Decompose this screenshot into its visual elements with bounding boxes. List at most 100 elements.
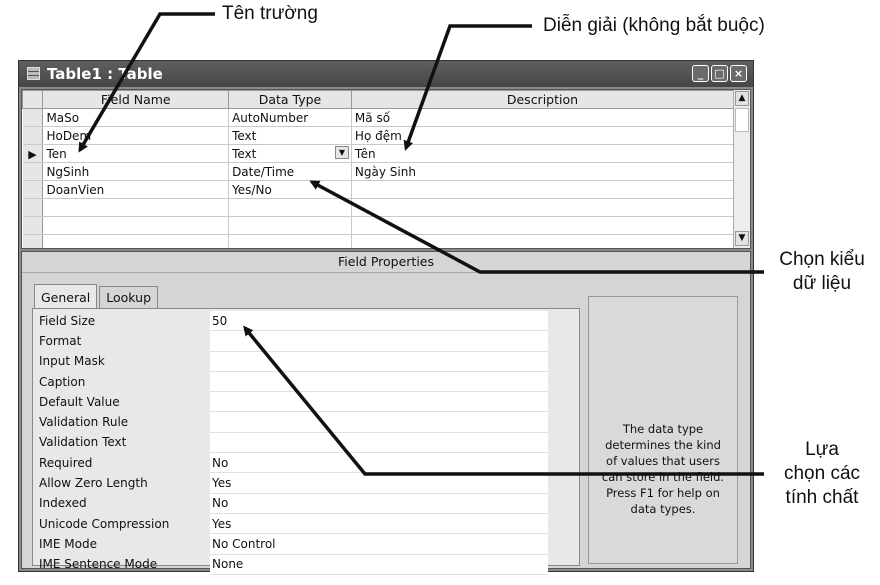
tab-general[interactable]: General [34,284,98,308]
properties-tabs: General Lookup [34,284,160,308]
input-mask-input[interactable] [210,351,548,372]
data-type-dropdown-button[interactable]: ▼ [334,146,349,159]
grid-corner[interactable] [22,90,44,109]
table-row[interactable] [22,198,735,217]
property-row[interactable]: Validation Text [37,432,548,454]
property-label: IME Sentence Mode [39,557,158,572]
property-row[interactable]: Format [37,330,548,352]
row-selector[interactable] [22,162,44,181]
tab-lookup[interactable]: Lookup [99,286,159,308]
description-cell[interactable] [351,180,735,199]
data-type-cell[interactable] [228,234,352,248]
description-cell[interactable] [351,234,735,248]
unicode-compression-input[interactable]: Yes [210,513,548,535]
table-row[interactable]: NgSinh Date/Time Ngày Sinh [22,162,735,181]
field-name-cell[interactable]: DoanVien [42,180,230,199]
grid-vertical-scrollbar[interactable]: ▲ ▼ [733,90,750,248]
description-cell[interactable]: Tên [351,144,735,163]
validation-text-input[interactable] [210,432,548,454]
field-grid: Field Name Data Type Description MaSo Au… [21,89,751,249]
column-header-description[interactable]: Description [350,90,735,109]
data-type-cell[interactable]: AutoNumber [228,108,352,127]
scroll-down-arrow-icon[interactable]: ▼ [735,231,749,246]
column-header-field-name[interactable]: Field Name [42,90,230,109]
row-selector[interactable] [22,180,44,199]
property-label: Default Value [39,394,120,409]
data-type-cell[interactable]: Yes/No [228,180,352,199]
property-row[interactable]: Unicode Compression Yes [37,513,548,535]
row-selector[interactable] [22,126,44,145]
field-name-cell[interactable]: NgSinh [42,162,230,181]
format-input[interactable] [210,330,548,352]
description-cell[interactable] [351,198,735,217]
data-type-cell[interactable] [228,198,352,217]
callout-data-type: Chọn kiểu dữ liệu [768,248,876,296]
callout-description: Diễn giải (không bắt buộc) [543,15,765,36]
description-cell[interactable]: Mã số [351,108,735,127]
field-name-cell[interactable]: HoDem [42,126,230,145]
maximize-button[interactable]: □ [711,65,728,82]
help-line: data types. [630,502,696,516]
property-label: Indexed [39,496,87,511]
table-row[interactable]: DoanVien Yes/No [22,180,735,199]
ime-mode-input[interactable]: No Control [210,533,548,555]
table-icon [27,67,40,80]
data-type-cell[interactable]: Text ▼ [228,144,352,163]
row-selector[interactable] [22,234,44,248]
property-label: IME Mode [39,536,97,551]
table-row[interactable]: HoDem Text Họ đệm [22,126,735,145]
default-value-input[interactable] [210,391,548,413]
table-row[interactable] [22,216,735,235]
general-properties-box: Field Size 50 Format Input Mask Caption D… [32,308,580,575]
property-row[interactable]: Field Size 50 [37,311,548,332]
help-line: Press F1 for help on [606,486,720,500]
row-selector[interactable] [22,108,44,127]
table-row[interactable] [22,234,735,248]
property-row[interactable]: Caption [37,371,548,393]
property-row[interactable]: Default Value [37,391,548,413]
property-row[interactable]: Required No [37,452,548,474]
field-name-cell[interactable] [42,234,230,248]
close-button[interactable]: × [730,65,747,82]
minimize-button[interactable]: _ [692,65,709,82]
property-row[interactable]: Indexed No [37,493,548,514]
data-type-cell[interactable]: Date/Time [228,162,352,181]
row-selector[interactable] [22,198,44,217]
field-size-input[interactable]: 50 [210,311,548,332]
scroll-up-arrow-icon[interactable]: ▲ [735,91,749,106]
indexed-input[interactable]: No [210,493,548,514]
field-name-cell[interactable]: Ten [42,144,230,163]
row-selector-current[interactable]: ▶ [22,144,44,163]
property-row[interactable]: Validation Rule [37,411,548,433]
caption-input[interactable] [210,371,548,393]
field-name-cell[interactable] [42,216,230,235]
column-header-data-type[interactable]: Data Type [228,90,352,109]
property-row[interactable]: IME Sentence Mode None [37,554,548,575]
properties-table: Field Size 50 Format Input Mask Caption D… [37,311,548,575]
row-selector[interactable] [22,216,44,235]
property-row[interactable]: Allow Zero Length Yes [37,472,548,494]
data-type-cell[interactable] [228,216,352,235]
description-cell[interactable]: Ngày Sinh [351,162,735,181]
table-design-window: Table1 : Table _ □ × Field Name Data Typ… [18,60,754,575]
callout-properties-line: Lựa [805,439,839,460]
callout-properties-line: tính chất [785,487,859,508]
allow-zero-length-input[interactable]: Yes [210,472,548,494]
window-titlebar[interactable]: Table1 : Table _ □ × [19,61,753,87]
property-label: Validation Rule [39,415,129,430]
ime-sentence-mode-input[interactable]: None [210,554,548,575]
callout-properties-line: chọn các [783,463,861,484]
table-row[interactable]: MaSo AutoNumber Mã số [22,108,735,127]
scroll-thumb[interactable] [735,108,749,132]
table-row-current[interactable]: ▶ Ten Text ▼ Tên [22,144,735,163]
field-name-cell[interactable]: MaSo [42,108,230,127]
validation-rule-input[interactable] [210,411,548,433]
required-input[interactable]: No [210,452,548,474]
data-type-cell[interactable]: Text [228,126,352,145]
description-cell[interactable] [351,216,735,235]
property-label: Caption [39,374,86,389]
field-name-cell[interactable] [42,198,230,217]
property-row[interactable]: IME Mode No Control [37,533,548,555]
property-row[interactable]: Input Mask [37,351,548,372]
description-cell[interactable]: Họ đệm [351,126,735,145]
